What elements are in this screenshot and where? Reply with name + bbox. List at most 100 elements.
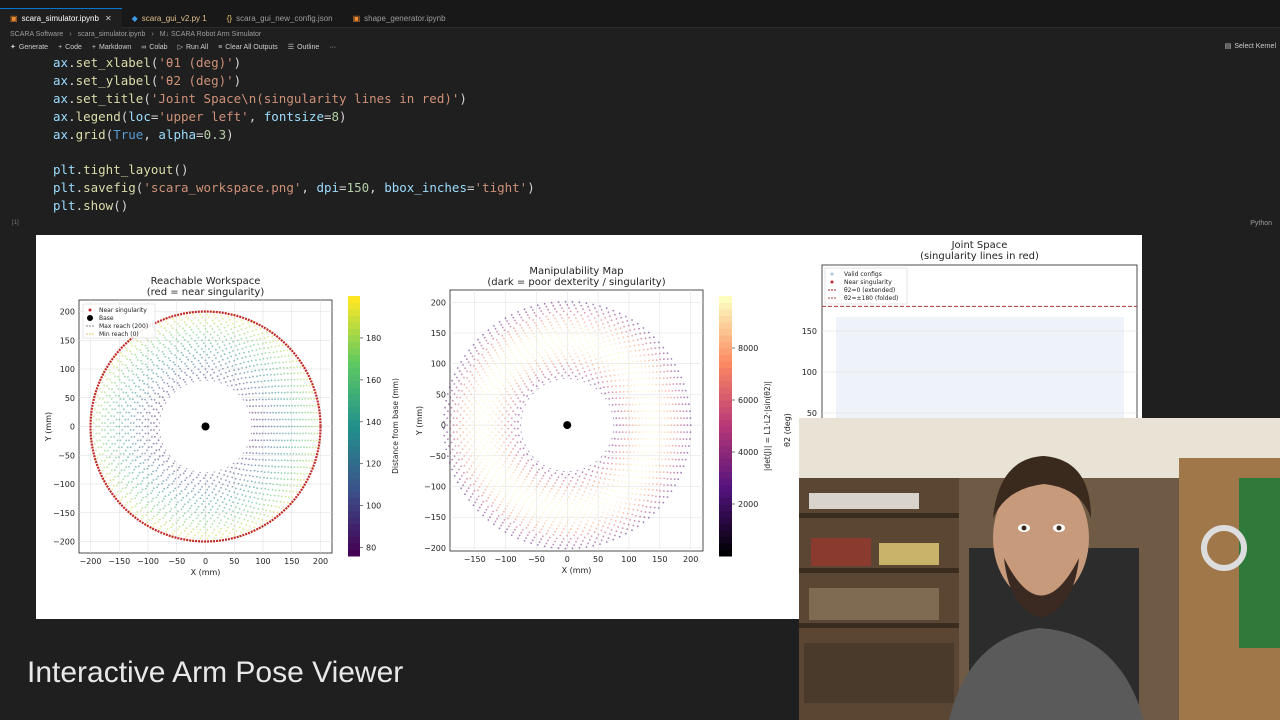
scatter-point <box>265 425 267 428</box>
scatter-point <box>274 361 277 364</box>
scatter-point <box>525 335 528 338</box>
scatter-point <box>259 492 261 495</box>
scatter-point <box>629 503 632 505</box>
scatter-point <box>545 496 548 499</box>
scatter-point <box>487 329 490 332</box>
scatter-point <box>521 364 523 366</box>
scatter-point <box>232 472 235 475</box>
scatter-point <box>270 505 273 508</box>
scatter-point <box>663 417 666 419</box>
scatter-point <box>216 475 219 478</box>
tab-shape-generator[interactable]: ▣ shape_generator.ipynb <box>343 8 456 28</box>
scatter-point <box>532 491 535 494</box>
scatter-point <box>576 333 579 336</box>
scatter-point <box>659 471 662 473</box>
scatter-point <box>163 487 166 490</box>
scatter-point <box>304 439 307 442</box>
code-cell[interactable]: ax.set_xlabel('θ1 (deg)') ax.set_ylabel('… <box>53 54 535 215</box>
outline-button[interactable]: ☰ Outline <box>288 43 319 52</box>
scatter-point <box>218 360 221 363</box>
tab-config-json[interactable]: {} scara_gui_new_config.json <box>217 8 343 28</box>
scatter-point <box>561 473 563 476</box>
tab-scara-gui[interactable]: ◆ scara_gui_v2.py 1 <box>122 8 217 28</box>
scatter-point <box>141 405 144 407</box>
scatter-point <box>550 546 553 549</box>
add-markdown-button[interactable]: + Markdown <box>92 44 131 51</box>
scatter-point <box>235 320 238 323</box>
scatter-point <box>632 444 634 447</box>
scatter-point <box>663 451 666 454</box>
scatter-point <box>131 506 133 509</box>
scatter-point <box>611 397 614 400</box>
scatter-point <box>472 461 475 464</box>
scatter-point <box>274 453 276 455</box>
run-all-button[interactable]: ▷ Run All <box>178 43 209 52</box>
scatter-point <box>262 493 265 496</box>
scatter-point <box>134 459 137 462</box>
scatter-point <box>287 466 290 468</box>
colab-button[interactable]: ∞ Colab <box>141 44 167 51</box>
scatter-point <box>274 385 277 388</box>
add-code-button[interactable]: + Code <box>58 44 82 51</box>
scatter-point <box>619 327 622 330</box>
scatter-point <box>208 365 210 368</box>
scatter-point <box>689 438 691 440</box>
scatter-point <box>612 538 615 541</box>
breadcrumb-item[interactable]: SCARA Software <box>10 31 63 38</box>
scatter-point <box>582 344 584 346</box>
scatter-point <box>167 347 170 350</box>
scatter-point <box>285 490 288 493</box>
tab-scara-simulator[interactable]: ▣ scara_simulator.ipynb ✕ <box>0 8 122 28</box>
cell-language[interactable]: Python <box>1250 220 1272 227</box>
scatter-point <box>141 422 144 424</box>
scatter-point <box>575 482 577 485</box>
scatter-point <box>597 510 599 512</box>
clear-outputs-button[interactable]: ≡ Clear All Outputs <box>218 44 278 51</box>
scatter-point <box>109 479 112 481</box>
scatter-point <box>299 372 302 374</box>
scatter-point <box>569 355 572 358</box>
scatter-point <box>614 490 616 493</box>
scatter-point <box>531 368 534 371</box>
scatter-point <box>129 388 132 391</box>
scatter-point <box>476 410 478 413</box>
scatter-point <box>673 471 675 474</box>
scatter-point <box>222 533 224 536</box>
generate-button[interactable]: ✦ Generate <box>10 43 48 52</box>
scatter-point <box>500 347 503 350</box>
scatter-point <box>165 329 168 332</box>
breadcrumb-item[interactable]: M↓ SCARA Robot Arm Simulator <box>160 31 262 38</box>
scatter-point <box>638 403 641 406</box>
scatter-point <box>127 456 129 459</box>
scatter-point <box>134 442 137 445</box>
scatter-point <box>115 357 118 360</box>
scatter-point <box>245 336 248 339</box>
select-kernel-button[interactable]: ▤ Select Kernel <box>1225 42 1276 51</box>
scatter-point <box>170 507 173 510</box>
scatter-point <box>595 358 597 360</box>
scatter-point <box>585 510 588 512</box>
scatter-point <box>135 356 138 359</box>
scatter-point <box>124 432 127 435</box>
breadcrumb-item[interactable]: scara_simulator.ipynb <box>78 31 146 38</box>
colorbar-segment <box>348 517 360 524</box>
colorbar-segment <box>719 361 732 368</box>
scatter-point <box>146 383 149 386</box>
scatter-point <box>163 327 166 330</box>
scatter-point <box>525 372 528 375</box>
scatter-point <box>510 336 513 339</box>
scatter-point <box>290 472 293 475</box>
scatter-point <box>564 502 567 505</box>
scatter-point <box>188 498 191 501</box>
close-icon[interactable]: ✕ <box>105 14 112 23</box>
scatter-point <box>619 397 621 399</box>
more-button[interactable]: ··· <box>329 44 336 51</box>
scatter-point <box>296 485 298 487</box>
scatter-point <box>171 368 174 371</box>
scatter-point <box>526 488 529 490</box>
scatter-point <box>642 343 644 346</box>
scatter-point <box>535 314 537 317</box>
scatter-point <box>554 307 556 310</box>
scatter-point <box>209 526 212 528</box>
scatter-point <box>561 329 563 332</box>
